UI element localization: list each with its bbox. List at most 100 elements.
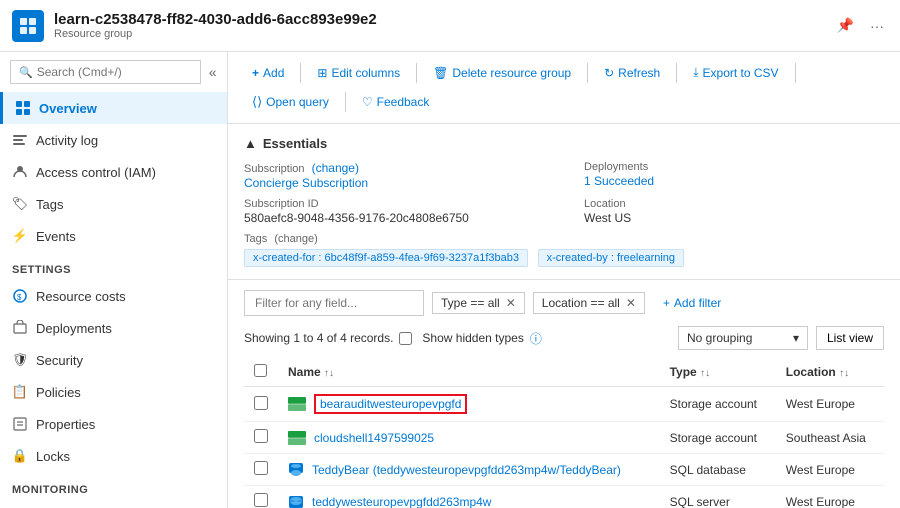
resources-area: Type == all ✕ Location == all ✕ + Add fi… — [228, 280, 900, 508]
sidebar-item-security[interactable]: 🛡 Security — [0, 344, 227, 376]
row3-checkbox-cell — [244, 454, 278, 486]
toolbar-divider-3 — [587, 63, 588, 83]
row4-name-link[interactable]: teddywesteuropevpgfdd263mp4w — [312, 495, 491, 508]
settings-section-label: Settings — [0, 252, 227, 280]
content-area: + Add ⊞ Edit columns 🗑 Delete resource g… — [228, 52, 900, 508]
sidebar-item-properties[interactable]: Properties — [0, 408, 227, 440]
sidebar-item-iam-label: Access control (IAM) — [36, 165, 156, 180]
sidebar-item-iam[interactable]: Access control (IAM) — [0, 156, 227, 188]
toolbar-divider-2 — [416, 63, 417, 83]
columns-icon: ⊞ — [317, 66, 327, 80]
resource-title: learn-c2538478-ff82-4030-add6-6acc893e99… — [54, 11, 833, 28]
location-column-header[interactable]: Location ↑↓ — [776, 358, 884, 387]
deployments-item: Deployments 1 Succeeded — [584, 161, 884, 190]
sidebar-item-activity-log[interactable]: Activity log — [0, 124, 227, 156]
select-all-checkbox[interactable] — [254, 364, 267, 377]
activity-log-icon — [12, 132, 28, 148]
sidebar-item-resource-costs[interactable]: $ Resource costs — [0, 280, 227, 312]
row1-name-cell: bearauditwesteuropevpgfd — [278, 387, 660, 422]
location-sort-icon: ↑↓ — [839, 368, 849, 379]
row1-checkbox[interactable] — [254, 396, 268, 410]
sidebar-item-deployments-label: Deployments — [36, 321, 112, 336]
storage-icon-row2 — [288, 431, 306, 445]
sidebar-search-input[interactable] — [37, 65, 192, 79]
sidebar-item-policies[interactable]: 📋 Policies — [0, 376, 227, 408]
grouping-bar: No grouping ▾ List view — [678, 326, 884, 350]
row3-checkbox[interactable] — [254, 461, 268, 475]
filter-location-chip[interactable]: Location == all ✕ — [533, 292, 645, 314]
records-bar: Showing 1 to 4 of 4 records. Show hidden… — [244, 326, 884, 350]
header-title-section: learn-c2538478-ff82-4030-add6-6acc893e99… — [54, 11, 833, 40]
row2-location-cell: Southeast Asia — [776, 422, 884, 454]
essentials-title: Essentials — [263, 136, 327, 151]
sidebar-item-overview[interactable]: Overview — [0, 92, 227, 124]
more-button[interactable]: ··· — [866, 15, 888, 36]
export-icon: ⤓ — [693, 65, 698, 80]
sqlserver-icon-row4 — [288, 494, 304, 508]
type-column-header[interactable]: Type ↑↓ — [660, 358, 776, 387]
records-info: Showing 1 to 4 of 4 records. Show hidden… — [244, 330, 542, 347]
row4-name-cell: teddywesteuropevpgfdd263mp4w — [278, 486, 660, 508]
add-filter-button[interactable]: + Add filter — [653, 292, 731, 314]
subscription-change-link[interactable]: (change) — [312, 161, 359, 175]
sidebar-item-resource-costs-label: Resource costs — [36, 289, 126, 304]
table-row: bearauditwesteuropevpgfd Storage account… — [244, 387, 884, 422]
resource-table: Name ↑↓ Type ↑↓ Location ↑↓ — [244, 358, 884, 508]
sidebar-item-locks[interactable]: 🔒 Locks — [0, 440, 227, 472]
table-header-row: Name ↑↓ Type ↑↓ Location ↑↓ — [244, 358, 884, 387]
pin-button[interactable]: 📌 — [833, 15, 858, 36]
policies-icon: 📋 — [12, 384, 28, 400]
row4-checkbox[interactable] — [254, 493, 268, 507]
edit-columns-button[interactable]: ⊞ Edit columns — [309, 61, 408, 85]
deployments-value-link[interactable]: 1 Succeeded — [584, 174, 654, 188]
show-hidden-checkbox[interactable] — [399, 332, 412, 345]
sidebar-item-insights[interactable]: 👁 Insights (preview) — [0, 500, 227, 508]
add-button[interactable]: + Add — [244, 61, 292, 85]
delete-button[interactable]: 🗑 Delete resource group — [425, 61, 579, 85]
open-query-button[interactable]: ⟨⟩ Open query — [244, 89, 337, 115]
grouping-label: No grouping — [687, 331, 752, 345]
row2-name-cell: cloudshell1497599025 — [278, 422, 660, 454]
sidebar-item-events[interactable]: ⚡ Events — [0, 220, 227, 252]
filter-location-close[interactable]: ✕ — [626, 296, 636, 310]
tags-label: Tags (change) — [244, 233, 884, 245]
name-column-header[interactable]: Name ↑↓ — [278, 358, 660, 387]
filter-input[interactable] — [244, 290, 424, 316]
sidebar: 🔍 « Overview Activity log Access control — [0, 52, 228, 508]
main-layout: 🔍 « Overview Activity log Access control — [0, 52, 900, 508]
export-button[interactable]: ⤓ Export to CSV — [685, 60, 786, 85]
name-sort-icon: ↑↓ — [324, 368, 334, 379]
row2-name-link[interactable]: cloudshell1497599025 — [314, 431, 434, 445]
filter-type-close[interactable]: ✕ — [506, 296, 516, 310]
top-header: learn-c2538478-ff82-4030-add6-6acc893e99… — [0, 0, 900, 52]
row2-checkbox[interactable] — [254, 429, 268, 443]
toolbar-divider-5 — [795, 63, 796, 83]
toolbar-divider-4 — [676, 63, 677, 83]
monitoring-section-label: Monitoring — [0, 472, 227, 500]
tag-badge-0: x-created-for : 6bc48f9f-a859-4fea-9f69-… — [244, 249, 528, 267]
row1-location-cell: West Europe — [776, 387, 884, 422]
deployments-icon — [12, 320, 28, 336]
refresh-button[interactable]: ↻ Refresh — [596, 61, 668, 85]
subscription-value-link[interactable]: Concierge Subscription — [244, 176, 368, 190]
row1-name-link[interactable]: bearauditwesteuropevpgfd — [314, 394, 467, 414]
location-value: West US — [584, 211, 631, 225]
row3-name-link[interactable]: TeddyBear (teddywesteuropevpgfdd263mp4w/… — [312, 463, 621, 477]
storage-icon-row1 — [288, 397, 306, 411]
list-view-button[interactable]: List view — [816, 326, 884, 350]
row4-type-cell: SQL server — [660, 486, 776, 508]
grouping-select[interactable]: No grouping ▾ — [678, 326, 808, 350]
sidebar-search-box: 🔍 « — [0, 52, 227, 92]
deployments-label: Deployments — [584, 161, 884, 173]
feedback-button[interactable]: ♡ Feedback — [354, 90, 437, 114]
sidebar-item-tags[interactable]: 🏷 Tags — [0, 188, 227, 220]
filter-type-chip[interactable]: Type == all ✕ — [432, 292, 525, 314]
tags-change-link[interactable]: (change) — [274, 233, 317, 245]
sidebar-search-input-wrap: 🔍 — [10, 60, 201, 84]
location-item: Location West US — [584, 198, 884, 225]
sidebar-item-deployments[interactable]: Deployments — [0, 312, 227, 344]
toolbar-divider-1 — [300, 63, 301, 83]
essentials-header[interactable]: ▲ Essentials — [244, 136, 884, 151]
sidebar-collapse-button[interactable]: « — [205, 62, 221, 82]
info-icon[interactable]: ⓘ — [530, 330, 542, 347]
